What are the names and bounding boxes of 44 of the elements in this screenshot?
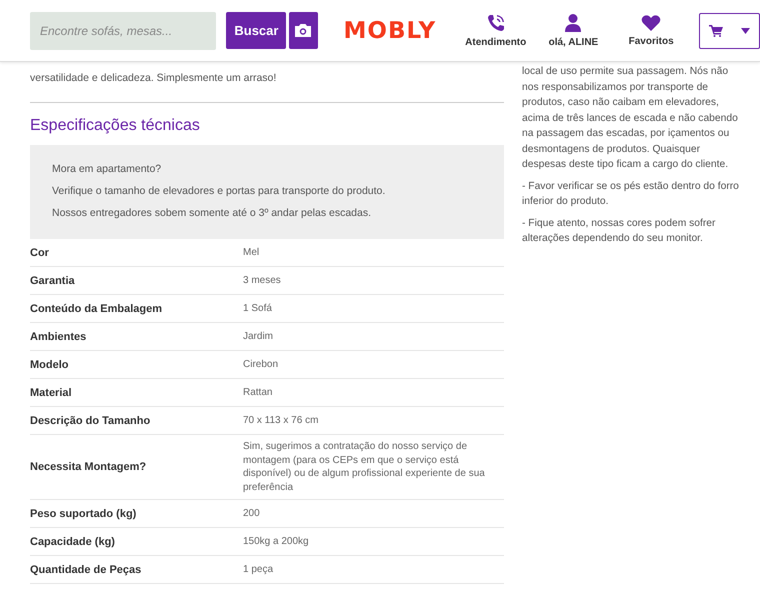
spec-label: Material: [30, 386, 73, 398]
spec-label: Quantidade de Peças: [30, 564, 142, 576]
logo[interactable]: MOBLY: [344, 18, 452, 44]
spec-value: Mel: [243, 246, 260, 260]
spec-value: 70 x 113 x 76 cm: [243, 414, 320, 428]
spec-value: 200: [243, 506, 261, 521]
nav-link[interactable]: Atendimento: [465, 37, 526, 48]
spec-value: 150kg a 200kg: [243, 534, 310, 549]
user-icon: [564, 13, 582, 33]
search-field[interactable]: Encontre sofás, mesas...: [30, 12, 216, 50]
notice-text: Nossos entregadores sobem somente até o 3º andar pelas escadas.: [52, 207, 372, 219]
notice-text: Mora em apartamento?: [52, 163, 162, 175]
camera-icon: [294, 23, 312, 38]
spec-label: Descrição do Tamanho: [30, 414, 152, 426]
camera-button[interactable]: [289, 12, 318, 49]
spec-label: Capacidade (kg): [30, 536, 116, 548]
spec-value: Rattan: [243, 386, 274, 400]
heart-icon: [641, 14, 662, 32]
cart-icon: [709, 24, 723, 36]
spec-value: 3 meses: [243, 274, 282, 288]
spec-label: Modelo: [30, 358, 70, 370]
spec-label: Ambientes: [30, 330, 88, 342]
spec-label: Cor: [30, 246, 50, 258]
note-text: - Favor verificar se os pés estão dentro do forro inferior do produto.: [522, 180, 740, 209]
spec-value: 1 Sofá: [243, 302, 273, 316]
caret-icon: [741, 28, 750, 34]
spec-value: Jardim: [243, 330, 274, 344]
note-text: local de uso permite sua passagem. Nós não nos responsabilizamos por transporte de produtos, caso não caibam em elevadores, acima de três lances de escada e não cabendo na passagem das escadas, por içamentos ou desmontagens de produtos. Quaisquer despesas deste tipo ficam a cargo do cliente.: [522, 65, 739, 172]
phone-icon: [486, 13, 506, 33]
search-button[interactable]: Buscar: [226, 12, 286, 49]
spec-value: Cirebon: [243, 358, 280, 372]
nav-link[interactable]: Favoritos: [628, 36, 674, 47]
spec-label: Garantia: [30, 274, 76, 286]
spec-label: Conteúdo da Embalagem: [30, 302, 164, 314]
spec-value: 1 peça: [243, 562, 274, 577]
section-title: Especificações técnicas: [30, 117, 201, 135]
spec-label: Necessita Montagem?: [30, 461, 148, 473]
cart-button[interactable]: [699, 12, 760, 48]
nav-link[interactable]: olá, ALINE: [548, 37, 598, 48]
notice-text: Verifique o tamanho de elevadores e portas para transporte do produto.: [52, 185, 386, 197]
spec-value: Sim, sugerimos a contratação do nosso serviço de montagem (para os CEPs em que o serviço está disponível) ou de algum profissional experiente de sua preferência: [243, 440, 486, 494]
spec-label: Peso suportado (kg): [30, 508, 138, 520]
description-text: versatilidade e delicadeza. Simplesmente um arraso!: [30, 71, 278, 86]
note-text: - Fique atento, nossas cores podem sofrer alterações dependendo do seu monitor.: [522, 216, 716, 246]
